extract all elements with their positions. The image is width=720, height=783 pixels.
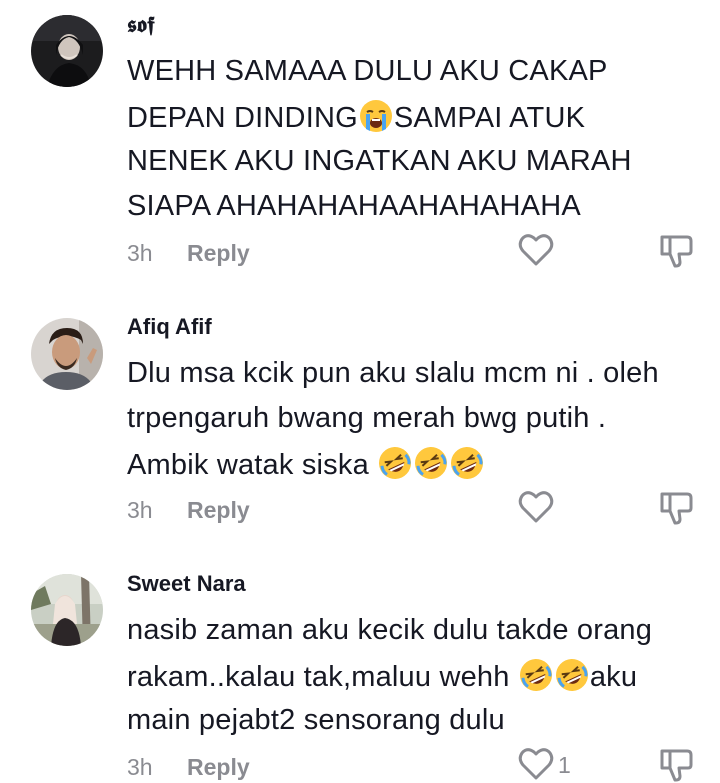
username[interactable]: Sweet Nara (127, 571, 246, 597)
avatar[interactable] (31, 574, 103, 646)
rolling-on-floor-laughing-emoji (519, 658, 553, 692)
comment-text-segment: rakam..kalau tak,maluu wehh (127, 661, 518, 693)
comment-text-line: main pejabt2 sensorang dulu (127, 704, 505, 736)
thumbs-down-icon[interactable] (657, 745, 695, 783)
rolling-on-floor-laughing-emoji (555, 658, 589, 692)
comment-item: Sweet Nara nasib zaman aku kecik dulu ta… (0, 0, 720, 783)
comment-text-line: nasib zaman aku kecik dulu takde orang (127, 614, 653, 646)
comment-timestamp: 3h (127, 754, 153, 780)
reply-button[interactable]: Reply (187, 754, 250, 781)
like-count: 1 (558, 752, 571, 778)
comment-text-line: rakam..kalau tak,maluu wehh aku (127, 658, 637, 694)
heart-outline-icon[interactable] (517, 745, 555, 783)
comment-text-segment: aku (589, 661, 638, 693)
avatar-image (31, 574, 103, 646)
